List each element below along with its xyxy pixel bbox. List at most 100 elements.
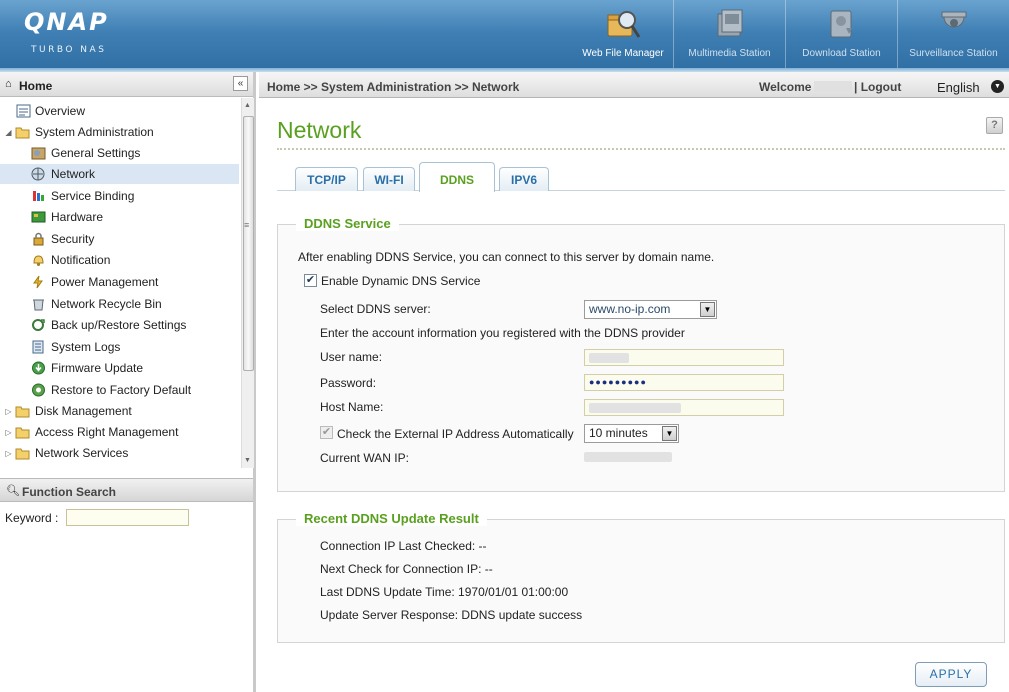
tab-ipv6[interactable]: IPV6 bbox=[499, 167, 549, 191]
sidebar-item-label: Notification bbox=[51, 253, 111, 267]
sidebar-item-label: Security bbox=[51, 232, 95, 246]
result-line: Next Check for Connection IP: -- bbox=[320, 562, 493, 576]
overview-icon bbox=[16, 104, 31, 118]
scroll-up-icon[interactable]: ▲ bbox=[244, 102, 251, 109]
tab-ddns[interactable]: DDNS bbox=[419, 162, 495, 192]
username-field[interactable] bbox=[584, 349, 784, 366]
sidebar-item-restore-factory-default[interactable]: Restore to Factory Default bbox=[0, 380, 239, 400]
sidebar-item-access-right-management[interactable]: ▷ Access Right Management bbox=[0, 422, 239, 442]
breadcrumb-bar: Home >> System Administration >> Network… bbox=[259, 72, 1009, 98]
keyword-search-input[interactable] bbox=[66, 509, 189, 526]
check-external-ip-checkbox[interactable]: ✔ bbox=[320, 426, 333, 439]
help-button[interactable]: ? bbox=[986, 117, 1003, 134]
password-field[interactable]: ●●●●●●●●● bbox=[584, 374, 784, 391]
wan-ip-label: Current WAN IP: bbox=[320, 451, 409, 465]
sidebar-item-system-logs[interactable]: System Logs bbox=[0, 337, 239, 357]
function-search-title: Function Search bbox=[22, 485, 117, 499]
tab-wifi[interactable]: WI-FI bbox=[363, 167, 415, 191]
sidebar-item-notification[interactable]: Notification bbox=[0, 250, 239, 270]
scrollbar-thumb[interactable] bbox=[243, 116, 254, 371]
sidebar-item-label: System Administration bbox=[35, 125, 154, 139]
app-label: Surveillance Station bbox=[909, 48, 998, 59]
sidebar-item-label: Restore to Factory Default bbox=[51, 383, 192, 397]
qnap-logo: QNAP bbox=[24, 8, 109, 36]
sidebar-item-label: Access Right Management bbox=[35, 425, 179, 439]
sidebar-title: Home bbox=[19, 79, 53, 93]
wan-ip-redacted bbox=[584, 452, 672, 462]
folder-icon bbox=[15, 406, 30, 418]
title-divider bbox=[277, 148, 1005, 150]
service-binding-icon bbox=[33, 191, 44, 201]
sidebar-item-network[interactable]: Network bbox=[0, 164, 239, 184]
account-info-text: Enter the account information you regist… bbox=[320, 326, 685, 340]
hostname-redacted bbox=[589, 403, 681, 413]
sidebar-item-network-services[interactable]: ▷ Network Services bbox=[0, 443, 239, 463]
hostname-field[interactable] bbox=[584, 399, 784, 416]
expand-arrow-icon[interactable]: ▷ bbox=[4, 407, 13, 416]
turbo-nas-tagline: TURBO NAS bbox=[31, 45, 107, 55]
language-selector[interactable]: English bbox=[937, 80, 980, 95]
app-label: Download Station bbox=[802, 48, 881, 59]
sidebar-item-general-settings[interactable]: General Settings bbox=[0, 143, 239, 163]
breadcrumb: Home >> System Administration >> Network bbox=[267, 80, 520, 94]
chevron-down-icon: ▼ bbox=[662, 426, 677, 441]
sidebar-item-label: Service Binding bbox=[51, 189, 135, 203]
sidebar-scrollbar[interactable]: ▲ ≡ ▼ bbox=[241, 98, 254, 468]
enable-ddns-checkbox[interactable]: ✔ bbox=[304, 274, 317, 287]
sidebar-item-service-binding[interactable]: Service Binding bbox=[0, 186, 239, 206]
sidebar-item-overview[interactable]: Overview bbox=[0, 101, 239, 121]
security-icon bbox=[33, 232, 44, 246]
factory-default-icon bbox=[32, 383, 45, 397]
sidebar-item-system-administration[interactable]: ◢ System Administration bbox=[0, 122, 239, 142]
result-line: Update Server Response: DDNS update succ… bbox=[320, 608, 583, 622]
ddns-server-value: www.no-ip.com bbox=[589, 302, 671, 316]
sidebar-item-disk-management[interactable]: ▷ Disk Management bbox=[0, 401, 239, 421]
collapse-sidebar-button[interactable]: « bbox=[233, 76, 248, 91]
power-management-icon bbox=[33, 275, 43, 289]
expand-arrow-icon[interactable]: ▷ bbox=[4, 449, 13, 458]
network-icon bbox=[31, 167, 45, 181]
multimedia-station-button[interactable]: Multimedia Station bbox=[673, 0, 785, 68]
password-label: Password: bbox=[320, 376, 377, 390]
section-legend: Recent DDNS Update Result bbox=[296, 511, 487, 526]
sidebar-item-label: Overview bbox=[35, 104, 86, 118]
surveillance-station-button[interactable]: Surveillance Station bbox=[897, 0, 1009, 68]
ddns-server-select[interactable]: www.no-ip.com ▼ bbox=[584, 300, 717, 319]
top-banner: QNAP TURBO NAS Web File Manager Multimed… bbox=[0, 0, 1009, 72]
sidebar-item-label: Network Services bbox=[35, 446, 129, 460]
username-redacted bbox=[814, 81, 852, 92]
language-dropdown-icon[interactable]: ▼ bbox=[991, 80, 1004, 93]
web-file-manager-button[interactable]: Web File Manager bbox=[573, 0, 673, 68]
sidebar-item-backup-restore[interactable]: Back up/Restore Settings bbox=[0, 315, 239, 335]
username-label: User name: bbox=[320, 350, 383, 364]
download-station-button[interactable]: Download Station bbox=[785, 0, 897, 68]
sidebar-item-label: Network Recycle Bin bbox=[51, 297, 162, 311]
sidebar-item-label: Back up/Restore Settings bbox=[51, 318, 187, 332]
enable-ddns-label: Enable Dynamic DNS Service bbox=[321, 274, 481, 288]
logout-link[interactable]: | Logout bbox=[854, 80, 901, 94]
app-label: Web File Manager bbox=[582, 48, 664, 59]
surveillance-station-icon bbox=[941, 11, 966, 28]
section-legend: DDNS Service bbox=[296, 216, 399, 231]
sidebar-item-label: General Settings bbox=[51, 146, 141, 160]
scroll-down-icon[interactable]: ▼ bbox=[244, 457, 251, 464]
multimedia-station-icon bbox=[717, 9, 742, 37]
sidebar-item-network-recycle-bin[interactable]: Network Recycle Bin bbox=[0, 294, 239, 314]
recent-ddns-result-section: Recent DDNS Update Result Connection IP … bbox=[277, 511, 1005, 643]
apply-button[interactable]: APPLY bbox=[915, 662, 987, 687]
left-navigation-panel: ⌂ Home « Overview ◢ System Administratio… bbox=[0, 72, 256, 692]
sidebar-item-hardware[interactable]: Hardware bbox=[0, 207, 239, 227]
check-interval-select[interactable]: 10 minutes ▼ bbox=[584, 424, 679, 443]
check-external-ip-label: Check the External IP Address Automatica… bbox=[337, 427, 574, 441]
welcome-label: Welcome bbox=[759, 80, 812, 94]
navigation-tree: Overview ◢ System Administration General… bbox=[0, 98, 239, 468]
collapse-arrow-icon[interactable]: ◢ bbox=[4, 128, 13, 137]
tab-tcpip[interactable]: TCP/IP bbox=[295, 167, 358, 191]
sidebar-item-firmware-update[interactable]: Firmware Update bbox=[0, 358, 239, 378]
scroll-grip-icon: ≡ bbox=[244, 220, 250, 230]
sidebar-item-label: Network bbox=[51, 167, 96, 181]
expand-arrow-icon[interactable]: ▷ bbox=[4, 428, 13, 437]
sidebar-item-power-management[interactable]: Power Management bbox=[0, 272, 239, 292]
sidebar-item-security[interactable]: Security bbox=[0, 229, 239, 249]
result-line: Last DDNS Update Time: 1970/01/01 01:00:… bbox=[320, 585, 569, 599]
